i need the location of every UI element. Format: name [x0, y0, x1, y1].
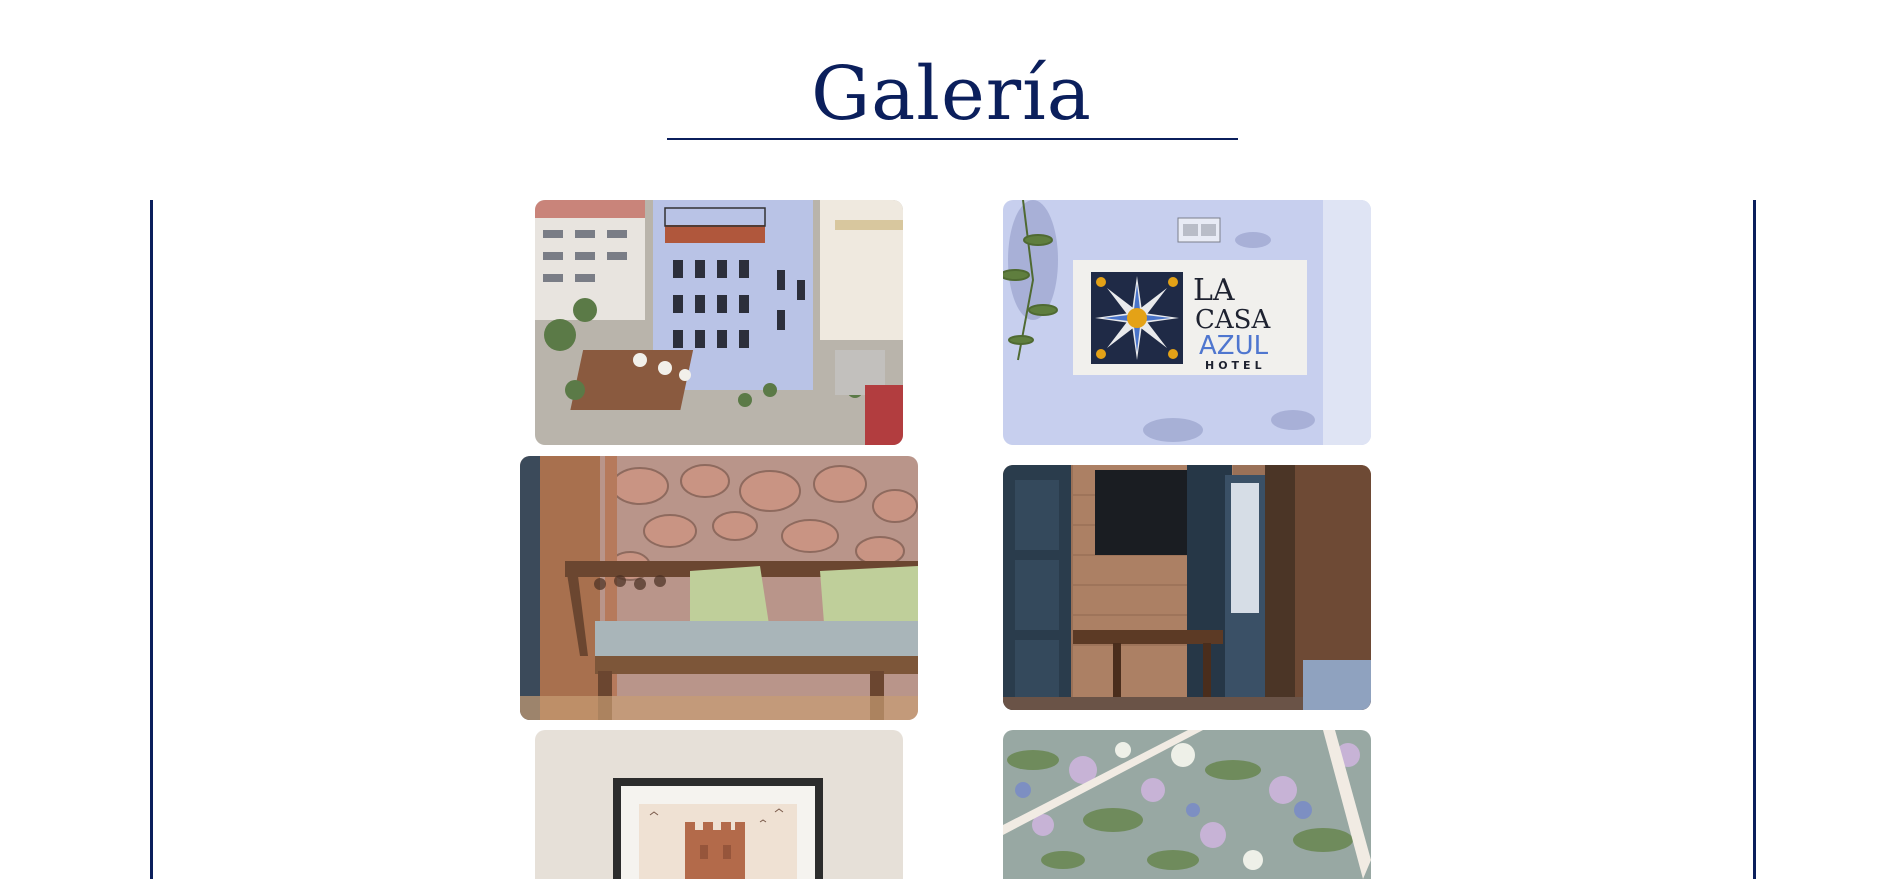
gallery-photo-painting[interactable]: [535, 730, 903, 879]
hotel-room-desk-tv-photo: [1003, 465, 1371, 710]
gallery-photo-wallpaper[interactable]: [1003, 730, 1371, 879]
aerial-view-hotel-building-photo: [535, 200, 903, 445]
gallery-frame-left-border: [150, 200, 153, 879]
page-title: Galería: [811, 51, 1092, 137]
gallery-photo-bench[interactable]: [520, 456, 918, 720]
gallery-photo-aerial-hotel[interactable]: [535, 200, 903, 445]
title-underline: [667, 138, 1238, 140]
floral-wallpaper-photo: [1003, 730, 1371, 879]
gallery-frame-right-border: [1753, 200, 1756, 879]
sign-line-hotel: HOTEL: [1205, 359, 1266, 372]
framed-castle-painting-photo: [535, 730, 903, 879]
wooden-bench-stone-wall-photo: [520, 456, 918, 720]
sign-line-la: LA: [1193, 273, 1235, 308]
gallery-photo-hotel-sign[interactable]: LA CASA AZUL HOTEL: [1003, 200, 1371, 445]
hotel-sign-la-casa-azul-photo: LA CASA AZUL HOTEL: [1003, 200, 1371, 445]
sign-line-azul: AZUL: [1199, 331, 1269, 361]
gallery-photo-room[interactable]: [1003, 465, 1371, 710]
